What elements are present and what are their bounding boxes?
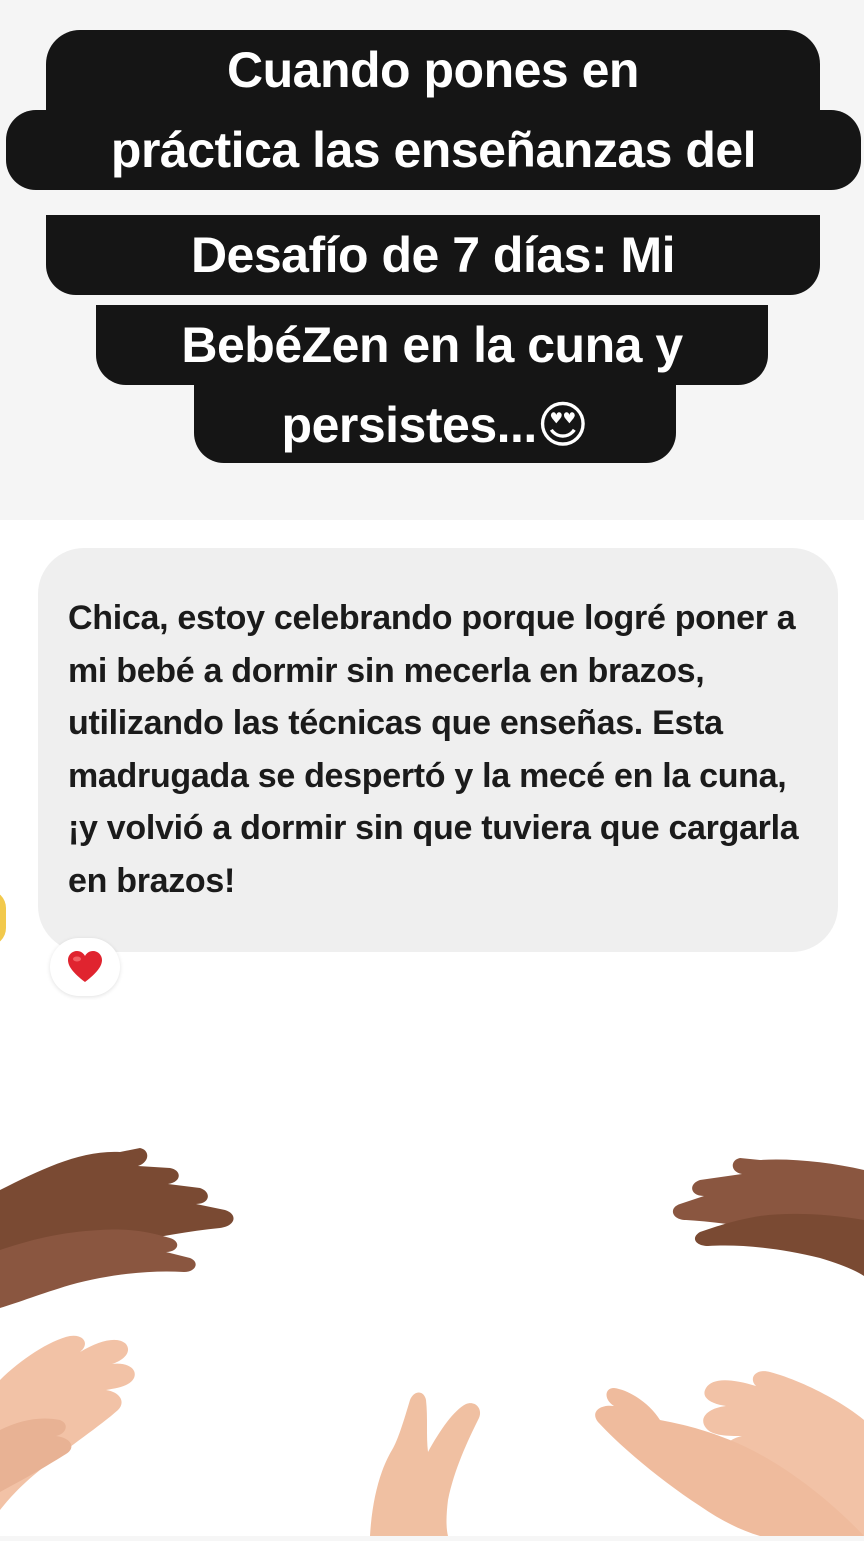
caption-line-3: Desafío de 7 días: Mi [46, 215, 820, 295]
caption-line-1: Cuando pones en [46, 30, 820, 110]
clapping-hands-icon [0, 1148, 864, 1536]
heart-icon [68, 951, 102, 982]
message-bubble[interactable]: Chica, estoy celebrando porque logré pon… [38, 548, 838, 952]
message-thread: Chica, estoy celebrando porque logré pon… [0, 520, 864, 1000]
caption-line-4: BebéZen en la cuna y [96, 305, 768, 385]
message-text: Chica, estoy celebrando porque logré pon… [68, 599, 799, 900]
caption-line-5: persistes...😍 [194, 385, 676, 463]
caption-line-2: práctica las enseñanzas del [6, 110, 861, 190]
clapping-hands-image [0, 1000, 864, 1536]
reaction-badge[interactable] [50, 938, 120, 996]
caption-area: Cuando pones en práctica las enseñanzas … [0, 0, 864, 520]
avatar [0, 890, 6, 946]
